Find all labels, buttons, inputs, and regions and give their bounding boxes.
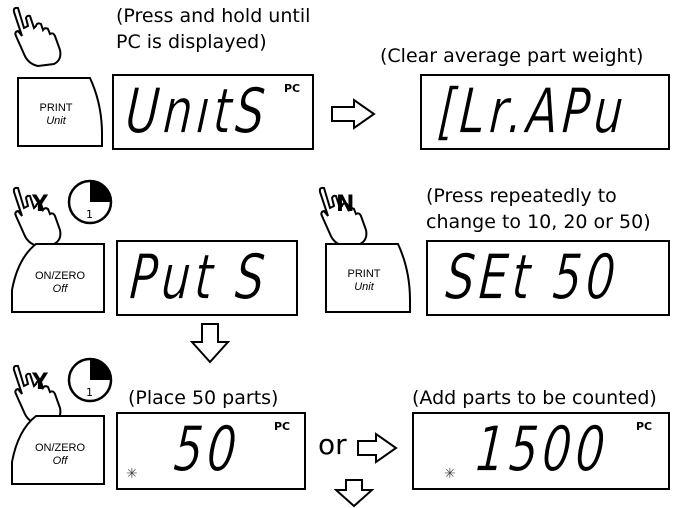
key-label: PRINT Unit: [347, 268, 381, 293]
hand-letter-yes: Y: [32, 370, 48, 395]
or-text: or: [318, 428, 347, 461]
key-label: ON/ZERO Off: [34, 270, 86, 295]
on-zero-key[interactable]: ON/ZERO Off: [8, 412, 108, 488]
lcd-text: UnıtS: [123, 74, 272, 148]
key-label: PRINT Unit: [39, 102, 73, 127]
lcd-display-units: UnıtS PC: [112, 74, 314, 150]
caption-repeat-line2: change to 10, 20 or 50): [426, 211, 651, 233]
caption-place: (Place 50 parts): [128, 387, 279, 409]
pc-indicator: PC: [636, 420, 653, 433]
caption-hold-line2: PC is displayed): [116, 31, 267, 53]
key-label: ON/ZERO Off: [34, 442, 86, 467]
hand-letter-no: N: [336, 192, 355, 217]
lcd-text: Put S: [127, 240, 272, 314]
stable-marker-icon: ✳: [126, 466, 138, 482]
pointing-hand-icon: [12, 6, 62, 68]
on-zero-key[interactable]: ON/ZERO Off: [8, 240, 108, 316]
arrow-down-icon: [334, 479, 374, 508]
caption-add: (Add parts to be counted): [412, 387, 657, 409]
timer-label: 1: [86, 208, 93, 221]
caption-hold-line1: (Press and hold until: [116, 5, 311, 27]
timer-label: 1: [86, 386, 93, 399]
pc-indicator: PC: [284, 82, 301, 95]
lcd-text: [Lr.APu: [435, 74, 630, 148]
lcd-text: 1500: [473, 412, 612, 486]
print-unit-key[interactable]: PRINT Unit: [14, 74, 106, 150]
lcd-display-put: Put S: [116, 240, 298, 316]
lcd-text: 50: [171, 412, 244, 486]
lcd-display-clear: [Lr.APu: [420, 74, 670, 150]
arrow-right-icon: [331, 98, 376, 130]
lcd-display-count: 1500 PC ✳: [412, 412, 670, 490]
lcd-display-fifty: 50 PC ✳: [116, 412, 306, 490]
caption-clear: (Clear average part weight): [380, 45, 644, 67]
hand-letter-yes: Y: [32, 192, 48, 217]
arrow-right-icon: [357, 432, 398, 464]
arrow-down-icon: [190, 323, 230, 364]
caption-repeat-line1: (Press repeatedly to: [426, 185, 617, 207]
pc-indicator: PC: [274, 420, 291, 433]
lcd-display-set: SEt 50: [426, 240, 670, 316]
print-unit-key[interactable]: PRINT Unit: [322, 240, 414, 316]
lcd-text: SEt 50: [443, 240, 623, 314]
stable-marker-icon: ✳: [444, 466, 456, 482]
